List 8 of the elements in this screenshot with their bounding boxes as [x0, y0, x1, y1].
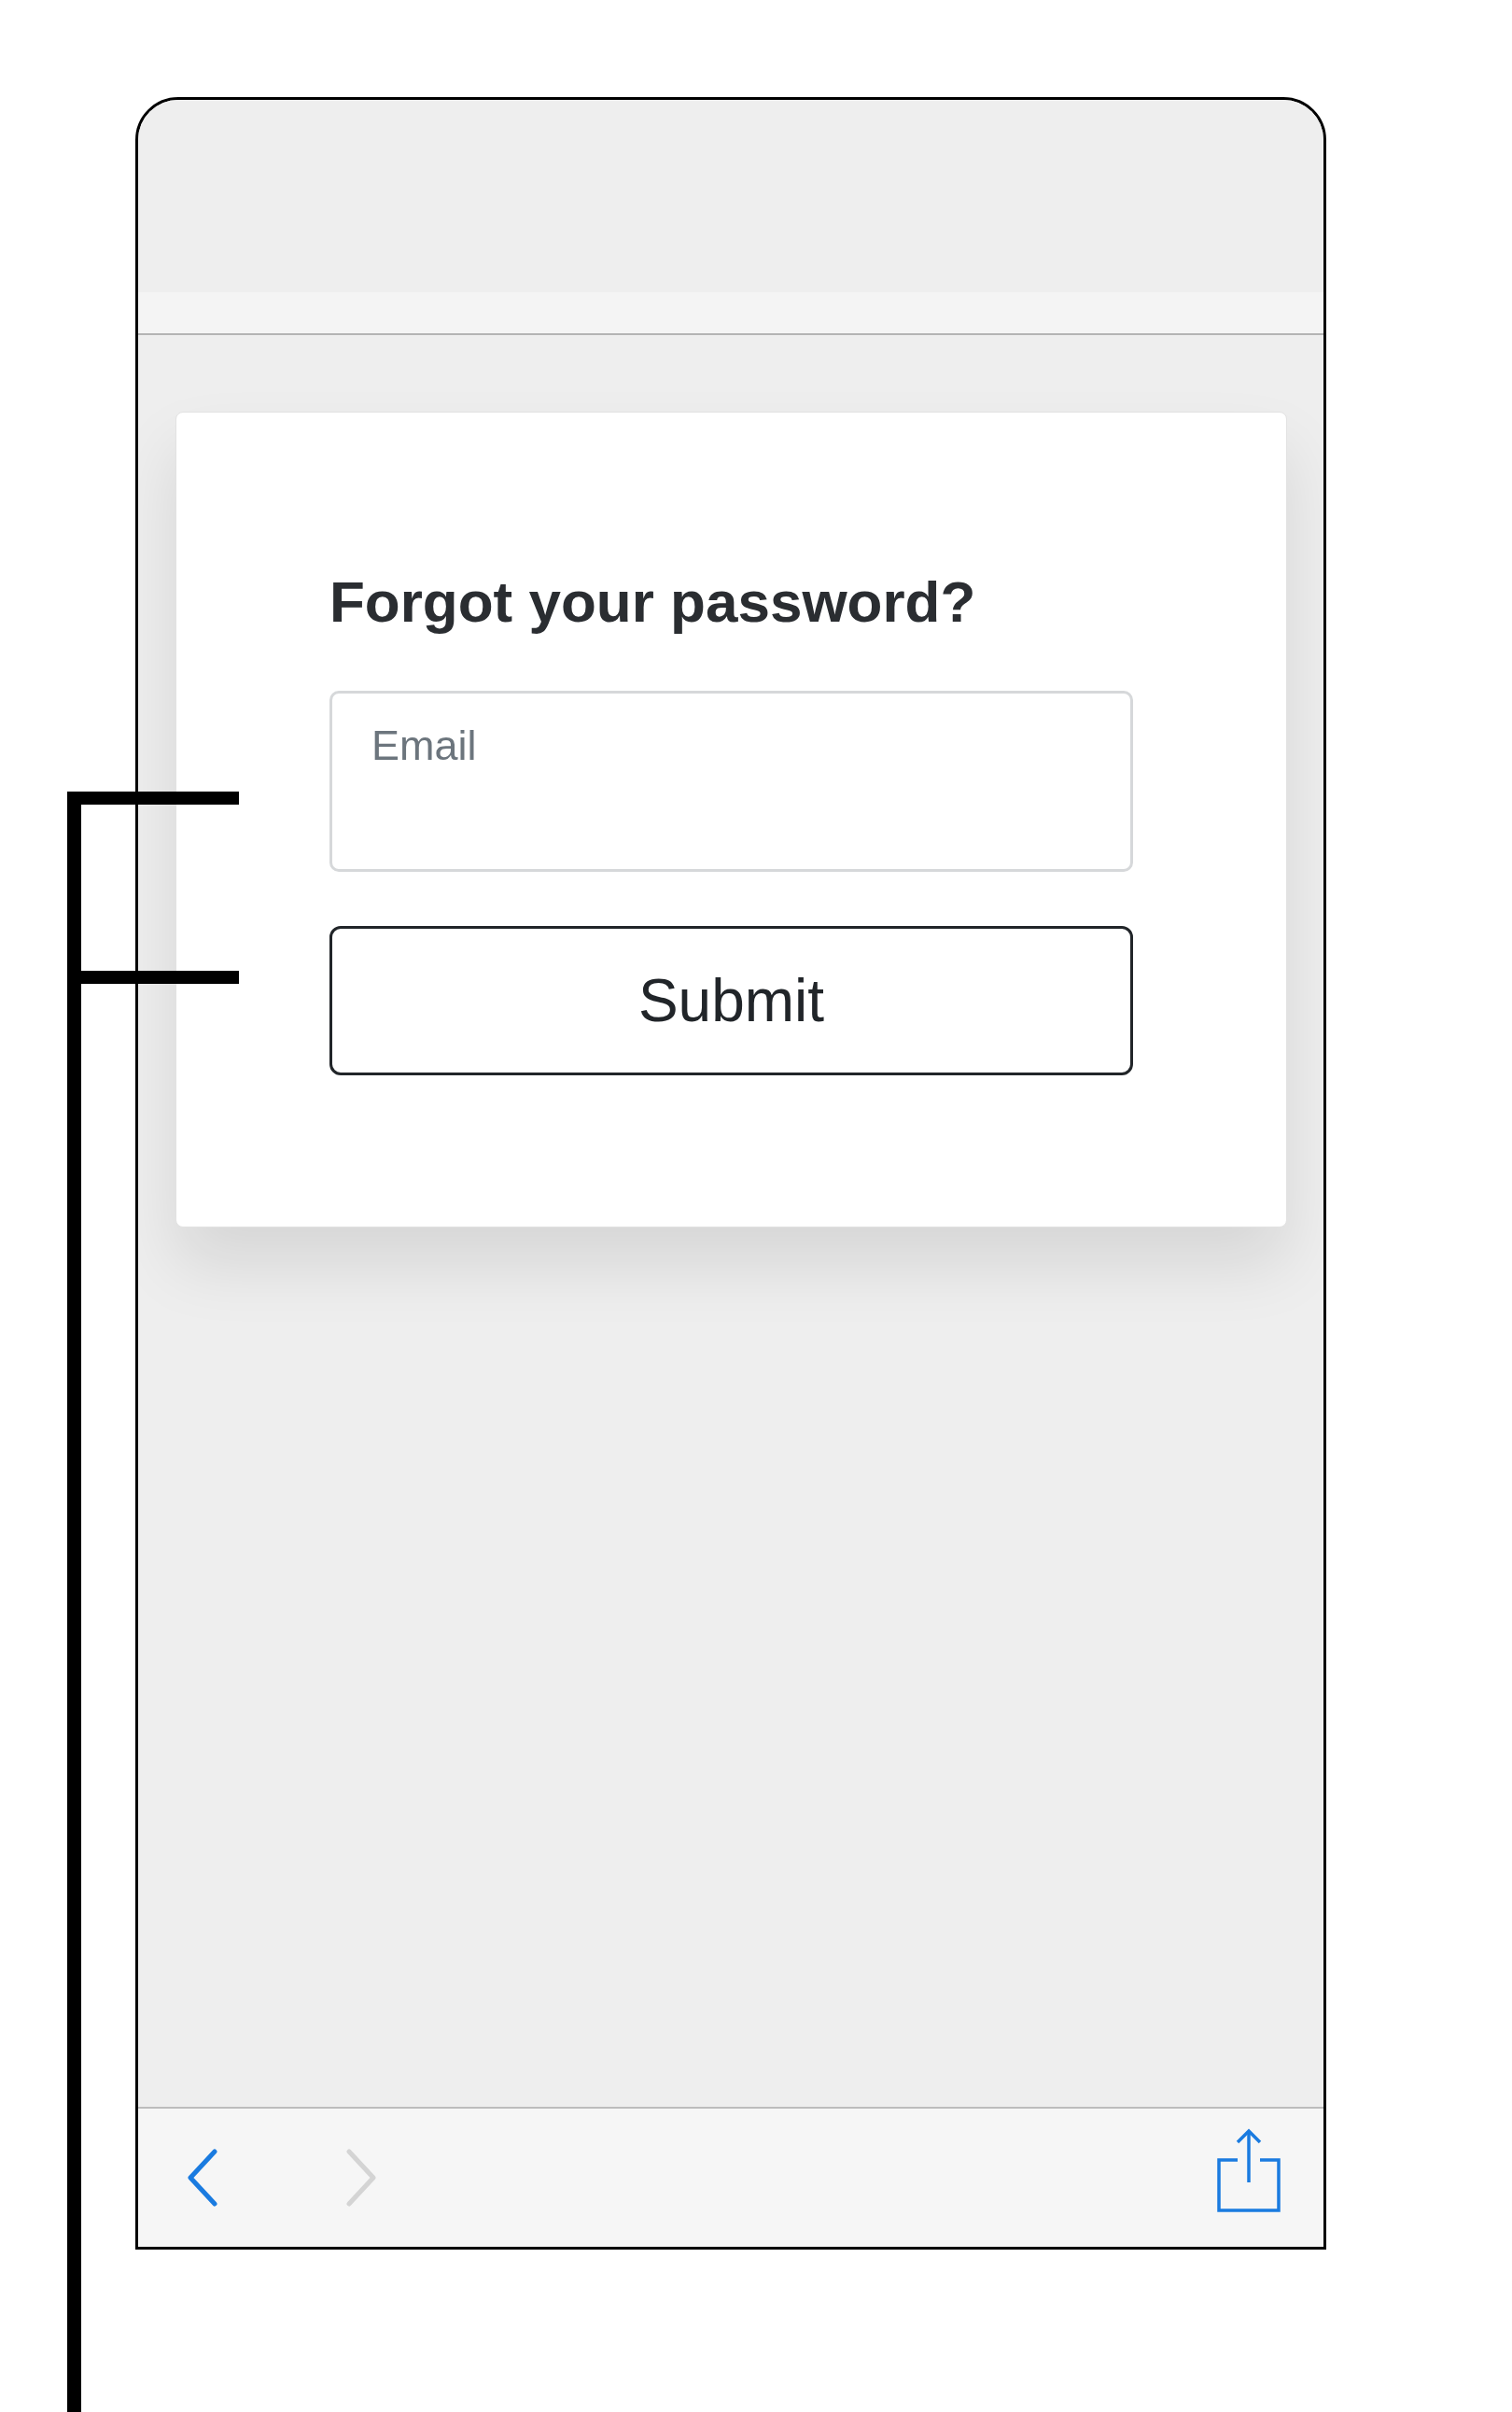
share-icon — [1217, 2128, 1281, 2212]
chevron-left-icon — [187, 2149, 218, 2207]
share-button[interactable] — [1217, 2128, 1281, 2212]
submit-button[interactable]: Submit — [329, 926, 1133, 1075]
back-button[interactable] — [187, 2149, 218, 2207]
email-field[interactable]: Email — [329, 691, 1133, 872]
chevron-right-icon — [345, 2149, 377, 2207]
form-title: Forgot your password? — [329, 568, 977, 636]
